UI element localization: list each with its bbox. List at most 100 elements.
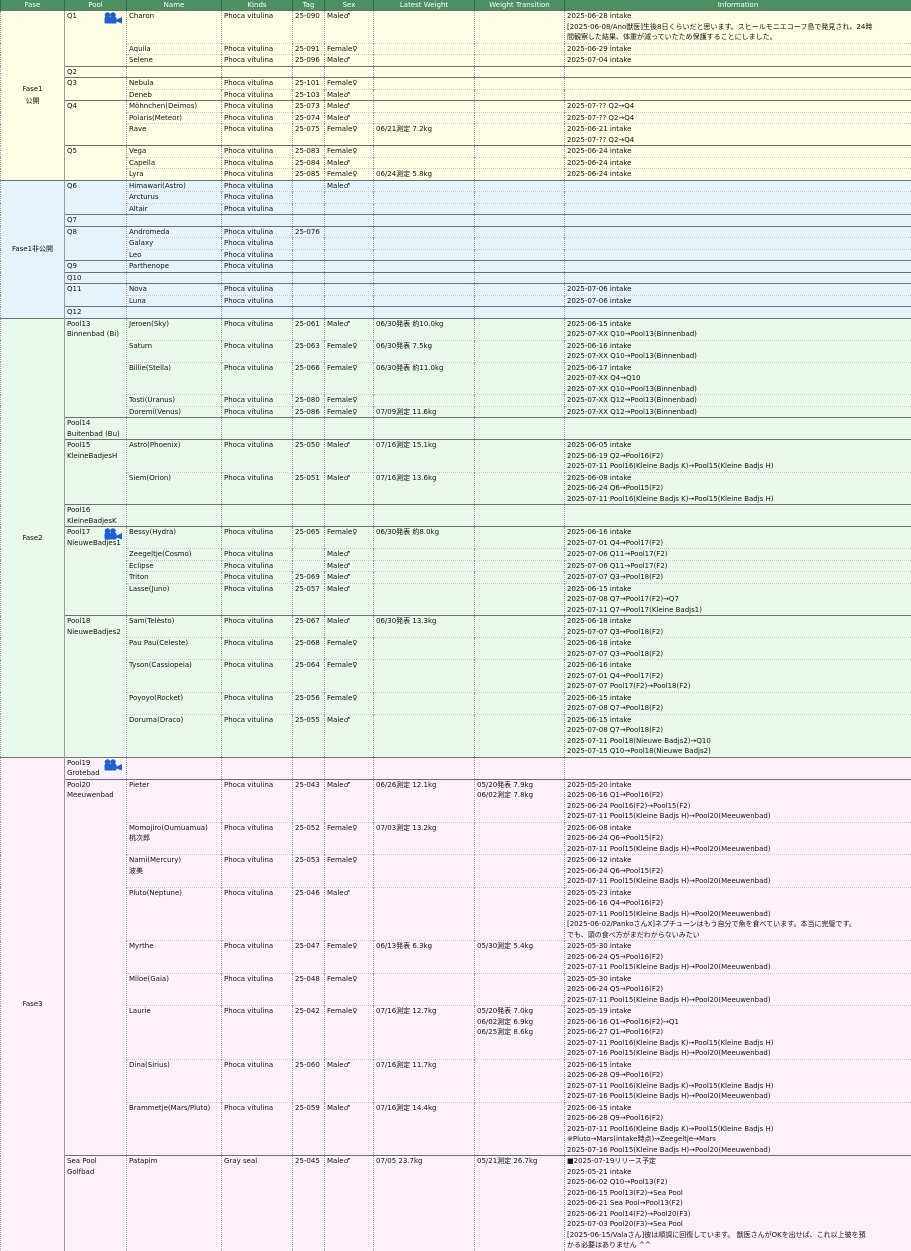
animal-name-line: Tyson(Cassiopeia) <box>129 660 219 671</box>
sex-cell: Male♂ <box>325 616 374 638</box>
sex-cell: Male♂ <box>325 583 374 616</box>
table-row: DenebPhoca vitulina25-103Male♂ <box>1 89 911 101</box>
animal-name-line: Zeegeltje(Cosmo) <box>129 549 219 560</box>
species-cell: Phoca vitulina <box>222 146 293 158</box>
latest-weight-cell <box>374 66 475 78</box>
column-header-kinds[interactable]: Kinds <box>222 0 293 11</box>
table-row: Q9ParthenopePhoca vitulina <box>1 261 911 273</box>
species-cell-line: Phoca vitulina <box>224 473 290 484</box>
column-header-sex[interactable]: Sex <box>325 0 374 11</box>
column-header-name[interactable]: Name <box>127 0 222 11</box>
species-cell: Phoca vitulina <box>222 169 293 181</box>
information-cell: 2025-06-08 intake2025-06-24 Q6→Pool15(F2… <box>565 472 911 505</box>
species-cell: Phoca vitulina <box>222 1059 293 1102</box>
column-header-fase[interactable]: Fase <box>1 0 65 11</box>
sex-cell-line: Male♂ <box>327 113 371 124</box>
species-cell <box>222 66 293 78</box>
sex-cell: Male♂ <box>325 318 374 340</box>
information-line: ■2025-07-19リリース予定 <box>567 1156 909 1167</box>
species-cell: Phoca vitulina <box>222 572 293 584</box>
information-line: 2025-06-16 Q4→Pool16(F2) <box>567 898 909 909</box>
species-cell: Phoca vitulina <box>222 395 293 407</box>
sex-cell: Female♀ <box>325 395 374 407</box>
information-line: 2025-07-15 Q10→Pool18(Nieuwe Badjs2) <box>567 746 909 757</box>
information-line: 2025-07-06 intake <box>567 296 909 307</box>
species-cell-line: Phoca vitulina <box>224 572 290 583</box>
video-camera-icon[interactable] <box>103 528 123 540</box>
tag-cell: 25-050 <box>293 440 325 473</box>
latest-weight-cell <box>374 714 475 757</box>
animal-name-line: Dina(Sirius) <box>129 1060 219 1071</box>
animal-name-line: Jeroen(Sky) <box>129 319 219 330</box>
fase-label-text: Fase3 <box>3 998 62 1010</box>
animal-name <box>127 418 222 440</box>
species-cell-line: Phoca vitulina <box>224 715 290 726</box>
animal-name: Altair <box>127 203 222 215</box>
column-header-information[interactable]: Information <box>565 0 911 11</box>
information-cell: ■2025-07-19リリース予定2025-05-21 intake2025-0… <box>565 1156 911 1251</box>
information-cell: 2025-07-?? Q2→Q4 <box>565 112 911 124</box>
column-header-tag[interactable]: Tag <box>293 0 325 11</box>
information-line: 2025-06-12 intake <box>567 855 909 866</box>
tag-cell <box>293 549 325 561</box>
information-cell: 2025-06-24 intake <box>565 169 911 181</box>
tag-cell <box>293 505 325 527</box>
information-line: 2025-07-11 Pool15(Kleine Badjs H)→Pool20… <box>567 844 909 855</box>
species-cell <box>222 272 293 284</box>
video-camera-icon[interactable] <box>103 12 123 24</box>
tag-cell <box>293 180 325 192</box>
animal-name-line: 桃次郎 <box>129 833 219 844</box>
table-row: Siem(Orion)Phoca vitulina25-051Male♂07/1… <box>1 472 911 505</box>
species-cell: Phoca vitulina <box>222 318 293 340</box>
weight-transition-cell <box>475 406 565 418</box>
sex-cell-line: Female♀ <box>327 169 371 180</box>
table-row: Pool18NieuweBadjes2Sam(Telèsto)Phoca vit… <box>1 616 911 638</box>
animal-name: Arcturus <box>127 192 222 204</box>
tag-cell-line: 25-063 <box>295 341 322 352</box>
animal-name: Nova <box>127 284 222 296</box>
sex-cell <box>325 215 374 227</box>
animal-name: Zeegeltje(Cosmo) <box>127 549 222 561</box>
species-cell-line: Phoca vitulina <box>224 440 290 451</box>
species-cell-line: Phoca vitulina <box>224 660 290 671</box>
weight-transition-cell <box>475 272 565 284</box>
sex-cell-line: Female♀ <box>327 341 371 352</box>
animal-name-line: Astro(Phoenix) <box>129 440 219 451</box>
animal-name: Pluto(Neptune) <box>127 887 222 941</box>
information-line: 2025-07-XX Q10→Pool13(Binnenbad) <box>567 384 909 395</box>
table-row: Pool14Buitenbad (Bu) <box>1 418 911 440</box>
information-line: 2025-07-06 Q11→Pool17(F2) <box>567 549 909 560</box>
animal-name-line: Patapim <box>129 1156 219 1167</box>
animal-name-line: Pluto(Neptune) <box>129 888 219 899</box>
column-header-weight-transition[interactable]: Weight Transition <box>475 0 565 11</box>
animal-name <box>127 215 222 227</box>
table-row: Lasse(Juno)Phoca vitulina25-057Male♂2025… <box>1 583 911 616</box>
animal-name-line: Siem(Orion) <box>129 473 219 484</box>
video-camera-icon[interactable] <box>103 759 123 771</box>
weight-transition-cell <box>475 1059 565 1102</box>
information-cell <box>565 180 911 192</box>
species-cell: Phoca vitulina <box>222 1102 293 1156</box>
tag-cell: 25-051 <box>293 472 325 505</box>
tag-cell-line: 25-069 <box>295 572 322 583</box>
information-line: 2025-06-15 intake <box>567 1060 909 1071</box>
tag-cell-line: 25-080 <box>295 395 322 406</box>
sex-cell-line: Male♂ <box>327 1156 371 1167</box>
tag-cell: 25-103 <box>293 89 325 101</box>
information-cell <box>565 757 911 779</box>
latest-weight-cell-line: 07/03測定 13.2kg <box>376 823 472 834</box>
column-header-latest-weight[interactable]: Latest Weight <box>374 0 475 11</box>
column-header-pool[interactable]: Pool <box>65 0 127 11</box>
pool-label-text: KleineBadjesK <box>67 516 124 527</box>
sex-cell-line: Female♀ <box>327 941 371 952</box>
information-line: 2025-07-11 Pool15(Kleine Badjs H)→Pool20… <box>567 909 909 920</box>
latest-weight-cell-line: 06/30発表 約10.0kg <box>376 319 472 330</box>
animal-name-line: Nami(Mercury) <box>129 855 219 866</box>
information-line: 2025-06-21 intake <box>567 124 909 135</box>
latest-weight-cell: 07/16測定 12.7kg <box>374 1006 475 1060</box>
pool-label: Q3 <box>65 78 127 101</box>
species-cell: Phoca vitulina <box>222 238 293 250</box>
table-row: Q8AndromedaPhoca vitulina25-076 <box>1 226 911 238</box>
latest-weight-cell: 07/09測定 11.6kg <box>374 406 475 418</box>
fase-label-text: Fase1 <box>3 83 62 95</box>
